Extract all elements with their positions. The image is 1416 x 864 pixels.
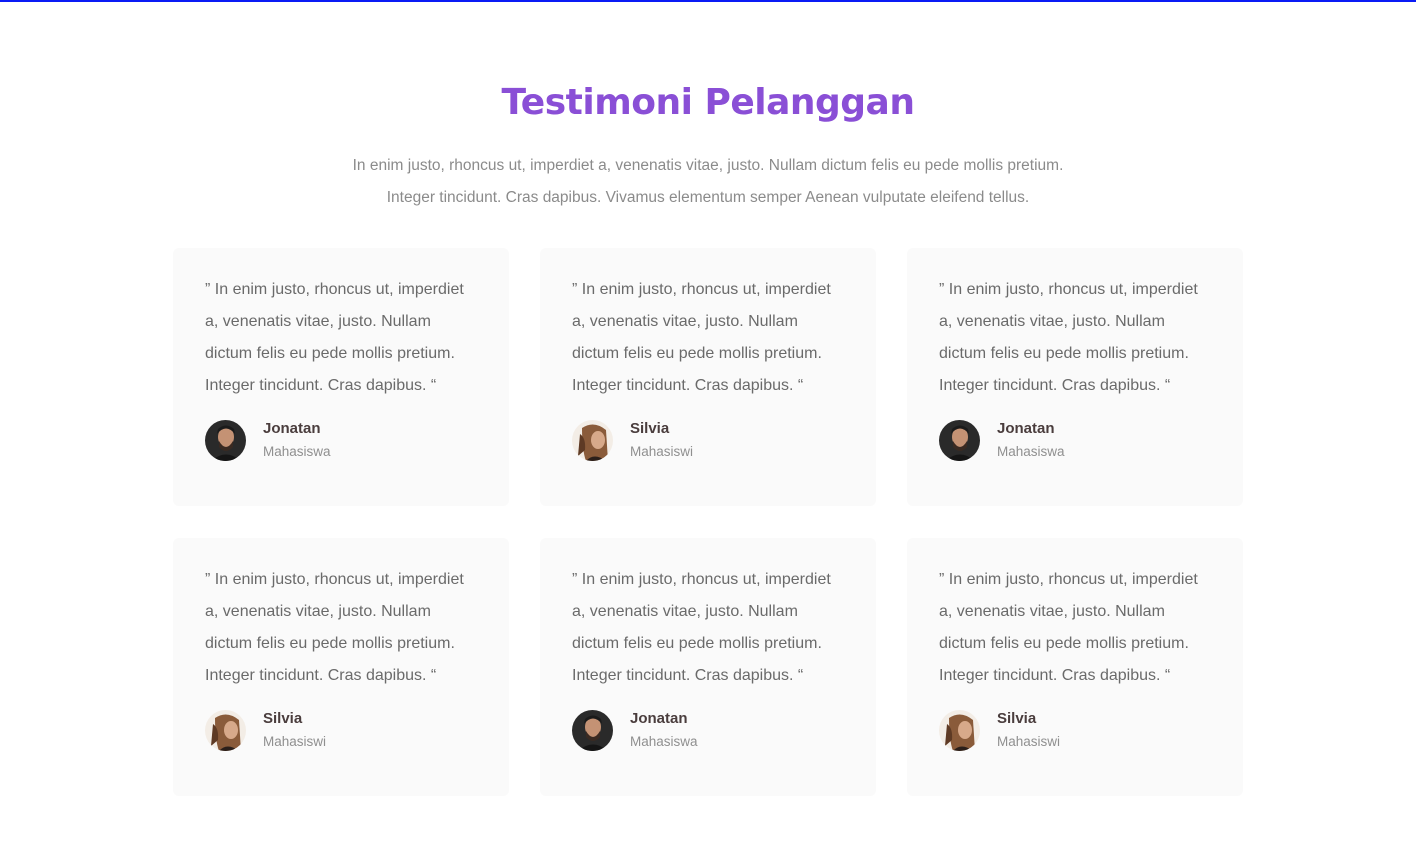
- subtitle-line-2: Integer tincidunt. Cras dapibus. Vivamus…: [386, 189, 1030, 206]
- author-info: Jonatan Mahasiswa: [997, 419, 1065, 462]
- testimonial-author: Silvia Mahasiswi: [572, 419, 848, 462]
- author-role: Mahasiswa: [997, 444, 1065, 459]
- testimonial-quote: ” In enim justo, rhoncus ut, imperdiet a…: [205, 281, 464, 394]
- author-role: Mahasiswa: [630, 734, 698, 749]
- testimonial-card: ” In enim justo, rhoncus ut, imperdiet a…: [173, 538, 509, 796]
- author-name: Jonatan: [630, 710, 688, 727]
- testimonial-card: ” In enim justo, rhoncus ut, imperdiet a…: [907, 248, 1243, 506]
- testimonial-card: ” In enim justo, rhoncus ut, imperdiet a…: [540, 248, 876, 506]
- testimonial-card: ” In enim justo, rhoncus ut, imperdiet a…: [173, 248, 509, 506]
- woman-avatar-icon: [205, 710, 246, 751]
- testimonial-quote: ” In enim justo, rhoncus ut, imperdiet a…: [939, 281, 1198, 394]
- author-role: Mahasiswi: [997, 734, 1061, 749]
- woman-avatar-icon: [939, 710, 980, 751]
- author-name: Silvia: [630, 420, 670, 437]
- author-role: Mahasiswa: [263, 444, 331, 459]
- testimonial-quote: ” In enim justo, rhoncus ut, imperdiet a…: [205, 571, 464, 684]
- subtitle-line-1: In enim justo, rhoncus ut, imperdiet a, …: [352, 157, 1064, 174]
- testimonial-card: ” In enim justo, rhoncus ut, imperdiet a…: [540, 538, 876, 796]
- testimonial-author: Jonatan Mahasiswa: [205, 419, 481, 462]
- testimonial-quote: ” In enim justo, rhoncus ut, imperdiet a…: [572, 281, 831, 394]
- author-role: Mahasiswi: [263, 734, 327, 749]
- author-name: Jonatan: [997, 420, 1055, 437]
- section-subtitle: In enim justo, rhoncus ut, imperdiet a, …: [300, 150, 1116, 214]
- testimonial-author: Jonatan Mahasiswa: [939, 419, 1215, 462]
- testimonial-quote: ” In enim justo, rhoncus ut, imperdiet a…: [939, 571, 1198, 684]
- author-name: Jonatan: [263, 420, 321, 437]
- section-title: Testimoni Pelanggan: [501, 82, 915, 123]
- man-avatar-icon: [939, 420, 980, 461]
- author-info: Silvia Mahasiswi: [630, 419, 693, 462]
- man-avatar-icon: [572, 710, 613, 751]
- author-role: Mahasiswi: [630, 444, 694, 459]
- author-info: Jonatan Mahasiswa: [630, 709, 698, 752]
- author-info: Silvia Mahasiswi: [263, 709, 326, 752]
- testimonial-quote: ” In enim justo, rhoncus ut, imperdiet a…: [572, 571, 831, 684]
- author-name: Silvia: [263, 710, 303, 727]
- author-name: Silvia: [997, 710, 1037, 727]
- author-info: Jonatan Mahasiswa: [263, 419, 331, 462]
- man-avatar-icon: [205, 420, 246, 461]
- testimonials-section: Testimoni Pelanggan In enim justo, rhonc…: [0, 0, 1416, 864]
- testimonial-grid: ” In enim justo, rhoncus ut, imperdiet a…: [173, 248, 1243, 796]
- woman-avatar-icon: [572, 420, 613, 461]
- testimonial-author: Jonatan Mahasiswa: [572, 709, 848, 752]
- testimonial-author: Silvia Mahasiswi: [939, 709, 1215, 752]
- testimonial-author: Silvia Mahasiswi: [205, 709, 481, 752]
- testimonial-card: ” In enim justo, rhoncus ut, imperdiet a…: [907, 538, 1243, 796]
- author-info: Silvia Mahasiswi: [997, 709, 1060, 752]
